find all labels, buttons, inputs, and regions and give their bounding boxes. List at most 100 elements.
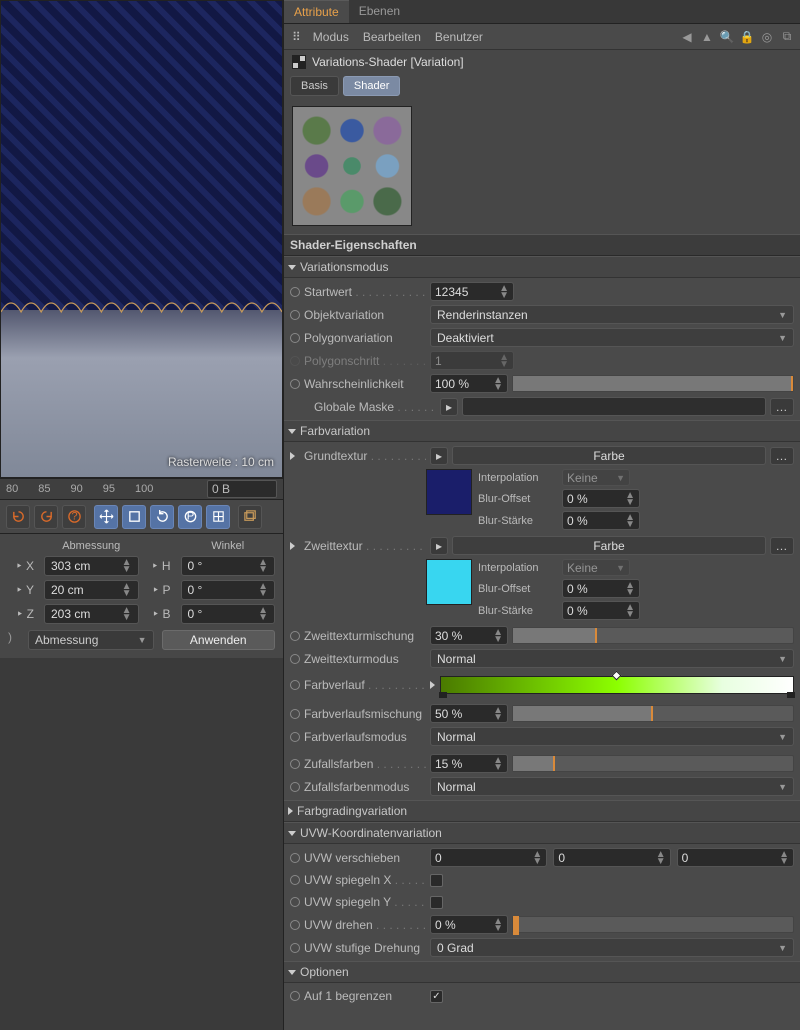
dropdown-zufallsfarbenmodus[interactable]: Normal▼ bbox=[430, 777, 794, 796]
field-blur-staerke-1[interactable]: 0 %▲▼ bbox=[562, 511, 640, 530]
group-farbgradingvariation[interactable]: Farbgradingvariation bbox=[284, 800, 800, 822]
anim-dot[interactable] bbox=[290, 333, 300, 343]
anim-dot[interactable] bbox=[290, 782, 300, 792]
viewport-3d[interactable]: Rasterweite : 10 cm bbox=[0, 0, 283, 478]
target-icon[interactable]: ◎ bbox=[760, 30, 774, 44]
checkbox-auf-1-begrenzen[interactable]: ✓ bbox=[430, 990, 443, 1003]
field-farbverlaufsmischung[interactable]: 50 %▲▼ bbox=[430, 704, 508, 723]
browse-globale-maske[interactable]: … bbox=[770, 398, 794, 416]
anim-dot[interactable] bbox=[290, 853, 300, 863]
menu-modus[interactable]: Modus bbox=[313, 30, 349, 44]
anim-dot[interactable] bbox=[290, 654, 300, 664]
field-blur-offset-1[interactable]: 0 %▲▼ bbox=[562, 489, 640, 508]
button-zweittextur-farbe[interactable]: Farbe bbox=[452, 536, 766, 555]
menu-benutzer[interactable]: Benutzer bbox=[435, 30, 483, 44]
label-uvw-verschieben: UVW verschieben bbox=[304, 851, 426, 865]
tab-attribute[interactable]: Attribute bbox=[284, 0, 349, 23]
anim-dot[interactable] bbox=[290, 631, 300, 641]
arrow-zweittextur[interactable]: ▸ bbox=[430, 537, 448, 555]
anim-dot[interactable] bbox=[290, 943, 300, 953]
field-uvw-verschieben-z[interactable]: 0▲▼ bbox=[677, 848, 794, 867]
browse-zweittextur[interactable]: … bbox=[770, 537, 794, 555]
field-globale-maske[interactable] bbox=[462, 397, 766, 416]
tool-locked-icon[interactable]: P bbox=[178, 505, 202, 529]
tool-move-icon[interactable] bbox=[94, 505, 118, 529]
arrow-grundtextur[interactable]: ▸ bbox=[430, 447, 448, 465]
anim-dot[interactable] bbox=[290, 310, 300, 320]
anim-dot[interactable] bbox=[290, 732, 300, 742]
swatch-zweittextur[interactable] bbox=[426, 559, 472, 605]
gradient-stop[interactable] bbox=[439, 692, 447, 698]
dropdown-polygonvariation[interactable]: Deaktiviert▼ bbox=[430, 328, 794, 347]
tool-undo-icon[interactable] bbox=[6, 505, 30, 529]
group-variationsmodus[interactable]: Variationsmodus bbox=[284, 256, 800, 278]
tool-grid-icon[interactable] bbox=[206, 505, 230, 529]
menu-bearbeiten[interactable]: Bearbeiten bbox=[363, 30, 421, 44]
coord-mode-dropdown[interactable]: Abmessung▼ bbox=[28, 630, 154, 650]
field-blur-offset-2[interactable]: 0 %▲▼ bbox=[562, 579, 640, 598]
tool-help-icon[interactable]: ? bbox=[62, 505, 86, 529]
tool-redo-icon[interactable] bbox=[34, 505, 58, 529]
tool-render-icon[interactable] bbox=[238, 505, 262, 529]
field-wahrscheinlichkeit[interactable]: 100 %▲▼ bbox=[430, 374, 508, 393]
coord-y-field[interactable]: 20 cm▲▼ bbox=[44, 580, 139, 600]
button-grundtextur-farbe[interactable]: Farbe bbox=[452, 446, 766, 465]
search-icon[interactable]: 🔍 bbox=[720, 30, 734, 44]
tool-rotate-icon[interactable] bbox=[150, 505, 174, 529]
new-window-icon[interactable]: ⧉ bbox=[780, 30, 794, 44]
apply-button[interactable]: Anwenden bbox=[162, 630, 276, 650]
browse-grundtextur[interactable]: … bbox=[770, 447, 794, 465]
dropdown-zweittexturmodus[interactable]: Normal▼ bbox=[430, 649, 794, 668]
tool-scale-icon[interactable] bbox=[122, 505, 146, 529]
coord-b-field[interactable]: 0 °▲▼ bbox=[181, 604, 276, 624]
field-zweittexturmischung[interactable]: 30 %▲▼ bbox=[430, 626, 508, 645]
swatch-grundtextur[interactable] bbox=[426, 469, 472, 515]
menu-icon-grid[interactable]: ⠿ bbox=[292, 30, 299, 44]
field-uvw-drehen[interactable]: 0 %▲▼ bbox=[430, 915, 508, 934]
gradient-stop[interactable] bbox=[612, 671, 622, 681]
gradient-stop[interactable] bbox=[787, 692, 795, 698]
anim-dot[interactable] bbox=[290, 680, 300, 690]
group-farbvariation[interactable]: Farbvariation bbox=[284, 420, 800, 442]
coord-x-field[interactable]: 303 cm▲▼ bbox=[44, 556, 139, 576]
nav-up-icon[interactable]: ▲ bbox=[700, 30, 714, 44]
anim-dot[interactable] bbox=[290, 920, 300, 930]
tab-ebenen[interactable]: Ebenen bbox=[349, 0, 410, 23]
group-optionen[interactable]: Optionen bbox=[284, 961, 800, 983]
anim-dot[interactable] bbox=[290, 897, 300, 907]
gradient-editor[interactable] bbox=[440, 676, 794, 694]
dropdown-uvw-stufige-drehung[interactable]: 0 Grad▼ bbox=[430, 938, 794, 957]
slider-zweittexturmischung[interactable] bbox=[512, 627, 794, 644]
arrow-globale-maske[interactable]: ▸ bbox=[440, 398, 458, 416]
nav-back-icon[interactable]: ◀ bbox=[680, 30, 694, 44]
coord-z-field[interactable]: 203 cm▲▼ bbox=[44, 604, 139, 624]
subtab-shader[interactable]: Shader bbox=[343, 76, 400, 96]
shader-preview[interactable] bbox=[292, 106, 412, 226]
timeline-frame-field[interactable]: 0 B bbox=[207, 480, 277, 498]
coord-p-field[interactable]: 0 °▲▼ bbox=[181, 580, 276, 600]
subtab-basis[interactable]: Basis bbox=[290, 76, 339, 96]
anim-dot[interactable] bbox=[290, 287, 300, 297]
checkbox-uvw-spiegeln-y[interactable] bbox=[430, 896, 443, 909]
field-zufallsfarben[interactable]: 15 %▲▼ bbox=[430, 754, 508, 773]
anim-dot[interactable] bbox=[290, 709, 300, 719]
coord-h-field[interactable]: 0 °▲▼ bbox=[181, 556, 276, 576]
field-blur-staerke-2[interactable]: 0 %▲▼ bbox=[562, 601, 640, 620]
lock-icon[interactable]: 🔒 bbox=[740, 30, 754, 44]
field-uvw-verschieben-y[interactable]: 0▲▼ bbox=[553, 848, 670, 867]
dropdown-objektvariation[interactable]: Renderinstanzen▼ bbox=[430, 305, 794, 324]
group-uvw[interactable]: UVW-Koordinatenvariation bbox=[284, 822, 800, 844]
checkbox-uvw-spiegeln-x[interactable] bbox=[430, 874, 443, 887]
anim-dot[interactable] bbox=[290, 875, 300, 885]
dropdown-farbverlaufsmodus[interactable]: Normal▼ bbox=[430, 727, 794, 746]
slider-wahrscheinlichkeit[interactable] bbox=[512, 375, 794, 392]
field-startwert[interactable]: 12345▲▼ bbox=[430, 282, 514, 301]
anim-dot[interactable] bbox=[290, 759, 300, 769]
timeline-ruler[interactable]: 80 85 90 95 100 0 B bbox=[0, 478, 283, 500]
anim-dot[interactable] bbox=[290, 991, 300, 1001]
anim-dot[interactable] bbox=[290, 379, 300, 389]
slider-farbverlaufsmischung[interactable] bbox=[512, 705, 794, 722]
field-uvw-verschieben-x[interactable]: 0▲▼ bbox=[430, 848, 547, 867]
slider-uvw-drehen[interactable] bbox=[512, 916, 794, 933]
slider-zufallsfarben[interactable] bbox=[512, 755, 794, 772]
